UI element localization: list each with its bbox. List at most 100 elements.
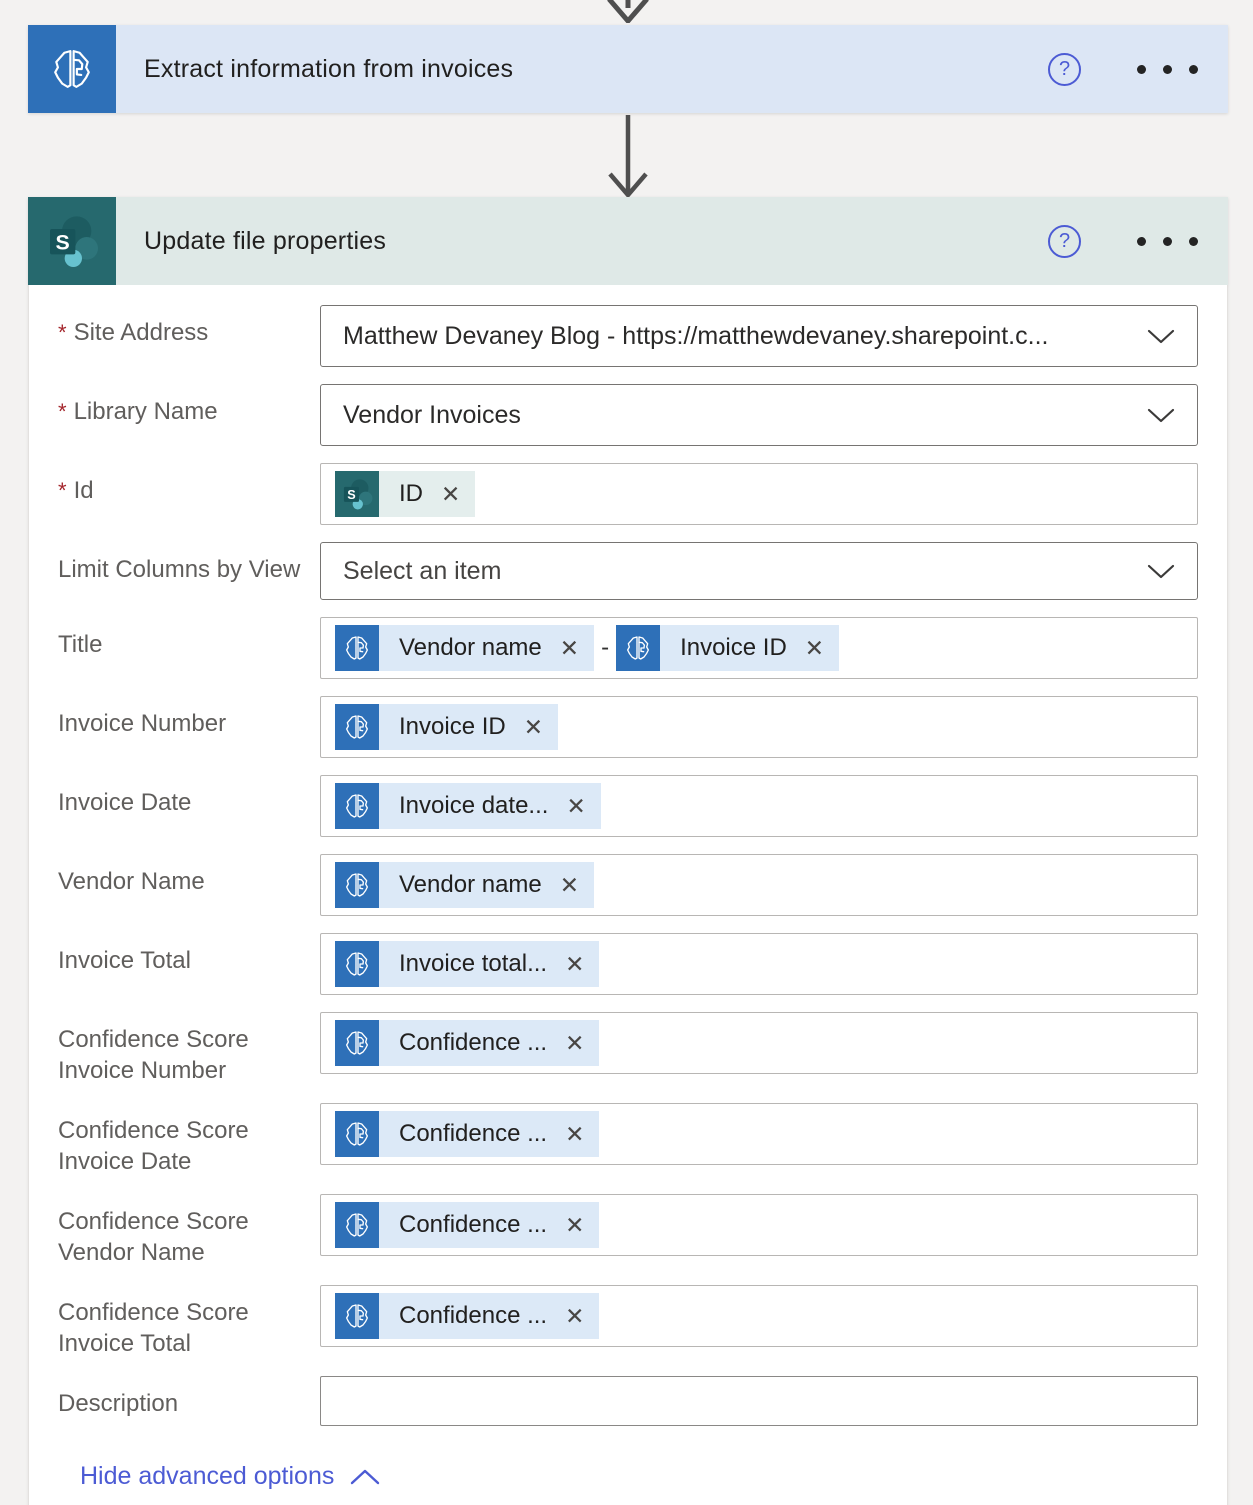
card-parameters-form: *Site Address Matthew Devaney Blog - htt… [28,285,1228,1505]
field-row-confidence-invoice-date: Confidence Score Invoice Date Confidence… [58,1103,1198,1177]
field-label: *Site Address [58,305,320,367]
token-vendor-name[interactable]: Vendor name ✕ [335,625,594,671]
flow-designer-canvas: Extract information from invoices ? Upda… [0,0,1253,1505]
close-icon[interactable]: ✕ [520,716,558,739]
close-icon[interactable]: ✕ [437,483,475,506]
field-label: Invoice Date [58,775,320,837]
field-label: Confidence Score Vendor Name [58,1194,320,1268]
ai-builder-icon [335,941,379,987]
help-icon[interactable]: ? [1048,225,1081,258]
required-asterisk: * [58,399,67,424]
confidence-invoice-date-input[interactable]: Confidence ... ✕ [320,1103,1198,1165]
ai-builder-icon [335,783,379,829]
close-icon[interactable]: ✕ [556,874,594,897]
close-icon[interactable]: ✕ [561,1032,599,1055]
required-asterisk: * [58,478,67,503]
field-label: Limit Columns by View [58,542,320,600]
field-row-invoice-date: Invoice Date Invoice date... ✕ [58,775,1198,837]
field-label: Confidence Score Invoice Number [58,1012,320,1086]
field-row-limit-columns: Limit Columns by View Select an item [58,542,1198,600]
field-label: Title [58,617,320,679]
chevron-down-icon [1147,564,1175,579]
more-options-button[interactable] [1135,59,1200,80]
close-icon[interactable]: ✕ [801,637,839,660]
invoice-date-input[interactable]: Invoice date... ✕ [320,775,1198,837]
token-invoice-total[interactable]: Invoice total... ✕ [335,941,599,987]
field-row-confidence-invoice-total: Confidence Score Invoice Total Confidenc… [58,1285,1198,1359]
limit-columns-dropdown[interactable]: Select an item [320,542,1198,600]
confidence-invoice-number-input[interactable]: Confidence ... ✕ [320,1012,1198,1074]
field-label: Description [58,1376,320,1426]
limit-columns-placeholder: Select an item [343,557,1133,586]
text-separator: - [601,634,609,662]
close-icon[interactable]: ✕ [556,637,594,660]
field-row-vendor-name: Vendor Name Vendor name ✕ [58,854,1198,916]
ai-builder-icon [335,1293,379,1339]
site-address-value: Matthew Devaney Blog - https://matthewde… [343,322,1133,351]
card-title: Update file properties [144,227,1048,256]
card-header-bar[interactable]: Update file properties ? [116,197,1228,285]
token-vendor-name[interactable]: Vendor name ✕ [335,862,594,908]
hide-advanced-options-link[interactable]: Hide advanced options [58,1462,380,1491]
field-row-site-address: *Site Address Matthew Devaney Blog - htt… [58,305,1198,367]
field-label: Confidence Score Invoice Date [58,1103,320,1177]
close-icon[interactable]: ✕ [562,795,600,818]
token-confidence[interactable]: Confidence ... ✕ [335,1020,599,1066]
required-asterisk: * [58,320,67,345]
close-icon[interactable]: ✕ [561,1305,599,1328]
connector-arrow-top [606,0,650,23]
chevron-up-icon [350,1469,380,1485]
field-label: Invoice Total [58,933,320,995]
token-id[interactable]: ID ✕ [335,471,475,517]
card-header-bar[interactable]: Extract information from invoices ? [116,25,1228,113]
action-card-update-file-properties: Update file properties ? *Site Address M… [28,197,1228,1505]
field-row-confidence-invoice-number: Confidence Score Invoice Number Confiden… [58,1012,1198,1086]
field-row-invoice-total: Invoice Total Invoice total... ✕ [58,933,1198,995]
token-confidence[interactable]: Confidence ... ✕ [335,1293,599,1339]
id-input[interactable]: ID ✕ [320,463,1198,525]
site-address-dropdown[interactable]: Matthew Devaney Blog - https://matthewde… [320,305,1198,367]
field-label: Invoice Number [58,696,320,758]
ai-builder-icon [335,862,379,908]
ai-builder-icon [335,1202,379,1248]
token-invoice-id[interactable]: Invoice ID ✕ [335,704,558,750]
card-title: Extract information from invoices [144,55,1048,84]
more-options-button[interactable] [1135,231,1200,252]
field-label: *Id [58,463,320,525]
field-label: Confidence Score Invoice Total [58,1285,320,1359]
token-confidence[interactable]: Confidence ... ✕ [335,1202,599,1248]
field-row-title: Title Vendor name ✕ - In [58,617,1198,679]
help-icon[interactable]: ? [1048,53,1081,86]
field-row-id: *Id ID ✕ [58,463,1198,525]
ai-builder-icon [335,625,379,671]
close-icon[interactable]: ✕ [561,1123,599,1146]
title-input[interactable]: Vendor name ✕ - Invoice ID ✕ [320,617,1198,679]
sharepoint-icon [335,471,379,517]
ai-builder-icon [335,704,379,750]
confidence-vendor-name-input[interactable]: Confidence ... ✕ [320,1194,1198,1256]
token-invoice-date[interactable]: Invoice date... ✕ [335,783,601,829]
ai-builder-icon [28,25,116,113]
close-icon[interactable]: ✕ [561,1214,599,1237]
confidence-invoice-total-input[interactable]: Confidence ... ✕ [320,1285,1198,1347]
field-label: *Library Name [58,384,320,446]
token-confidence[interactable]: Confidence ... ✕ [335,1111,599,1157]
close-icon[interactable]: ✕ [561,953,599,976]
action-card-extract-information[interactable]: Extract information from invoices ? [28,25,1228,113]
chevron-down-icon [1147,329,1175,344]
field-row-confidence-vendor-name: Confidence Score Vendor Name Confidence … [58,1194,1198,1268]
field-label: Vendor Name [58,854,320,916]
connector-arrow-mid [606,113,650,197]
token-invoice-id[interactable]: Invoice ID ✕ [616,625,839,671]
ai-builder-icon [335,1020,379,1066]
field-row-invoice-number: Invoice Number Invoice ID ✕ [58,696,1198,758]
library-name-dropdown[interactable]: Vendor Invoices [320,384,1198,446]
ai-builder-icon [335,1111,379,1157]
invoice-number-input[interactable]: Invoice ID ✕ [320,696,1198,758]
vendor-name-input[interactable]: Vendor name ✕ [320,854,1198,916]
chevron-down-icon [1147,408,1175,423]
description-input[interactable] [320,1376,1198,1426]
library-name-value: Vendor Invoices [343,401,1133,430]
invoice-total-input[interactable]: Invoice total... ✕ [320,933,1198,995]
field-row-description: Description [58,1376,1198,1426]
